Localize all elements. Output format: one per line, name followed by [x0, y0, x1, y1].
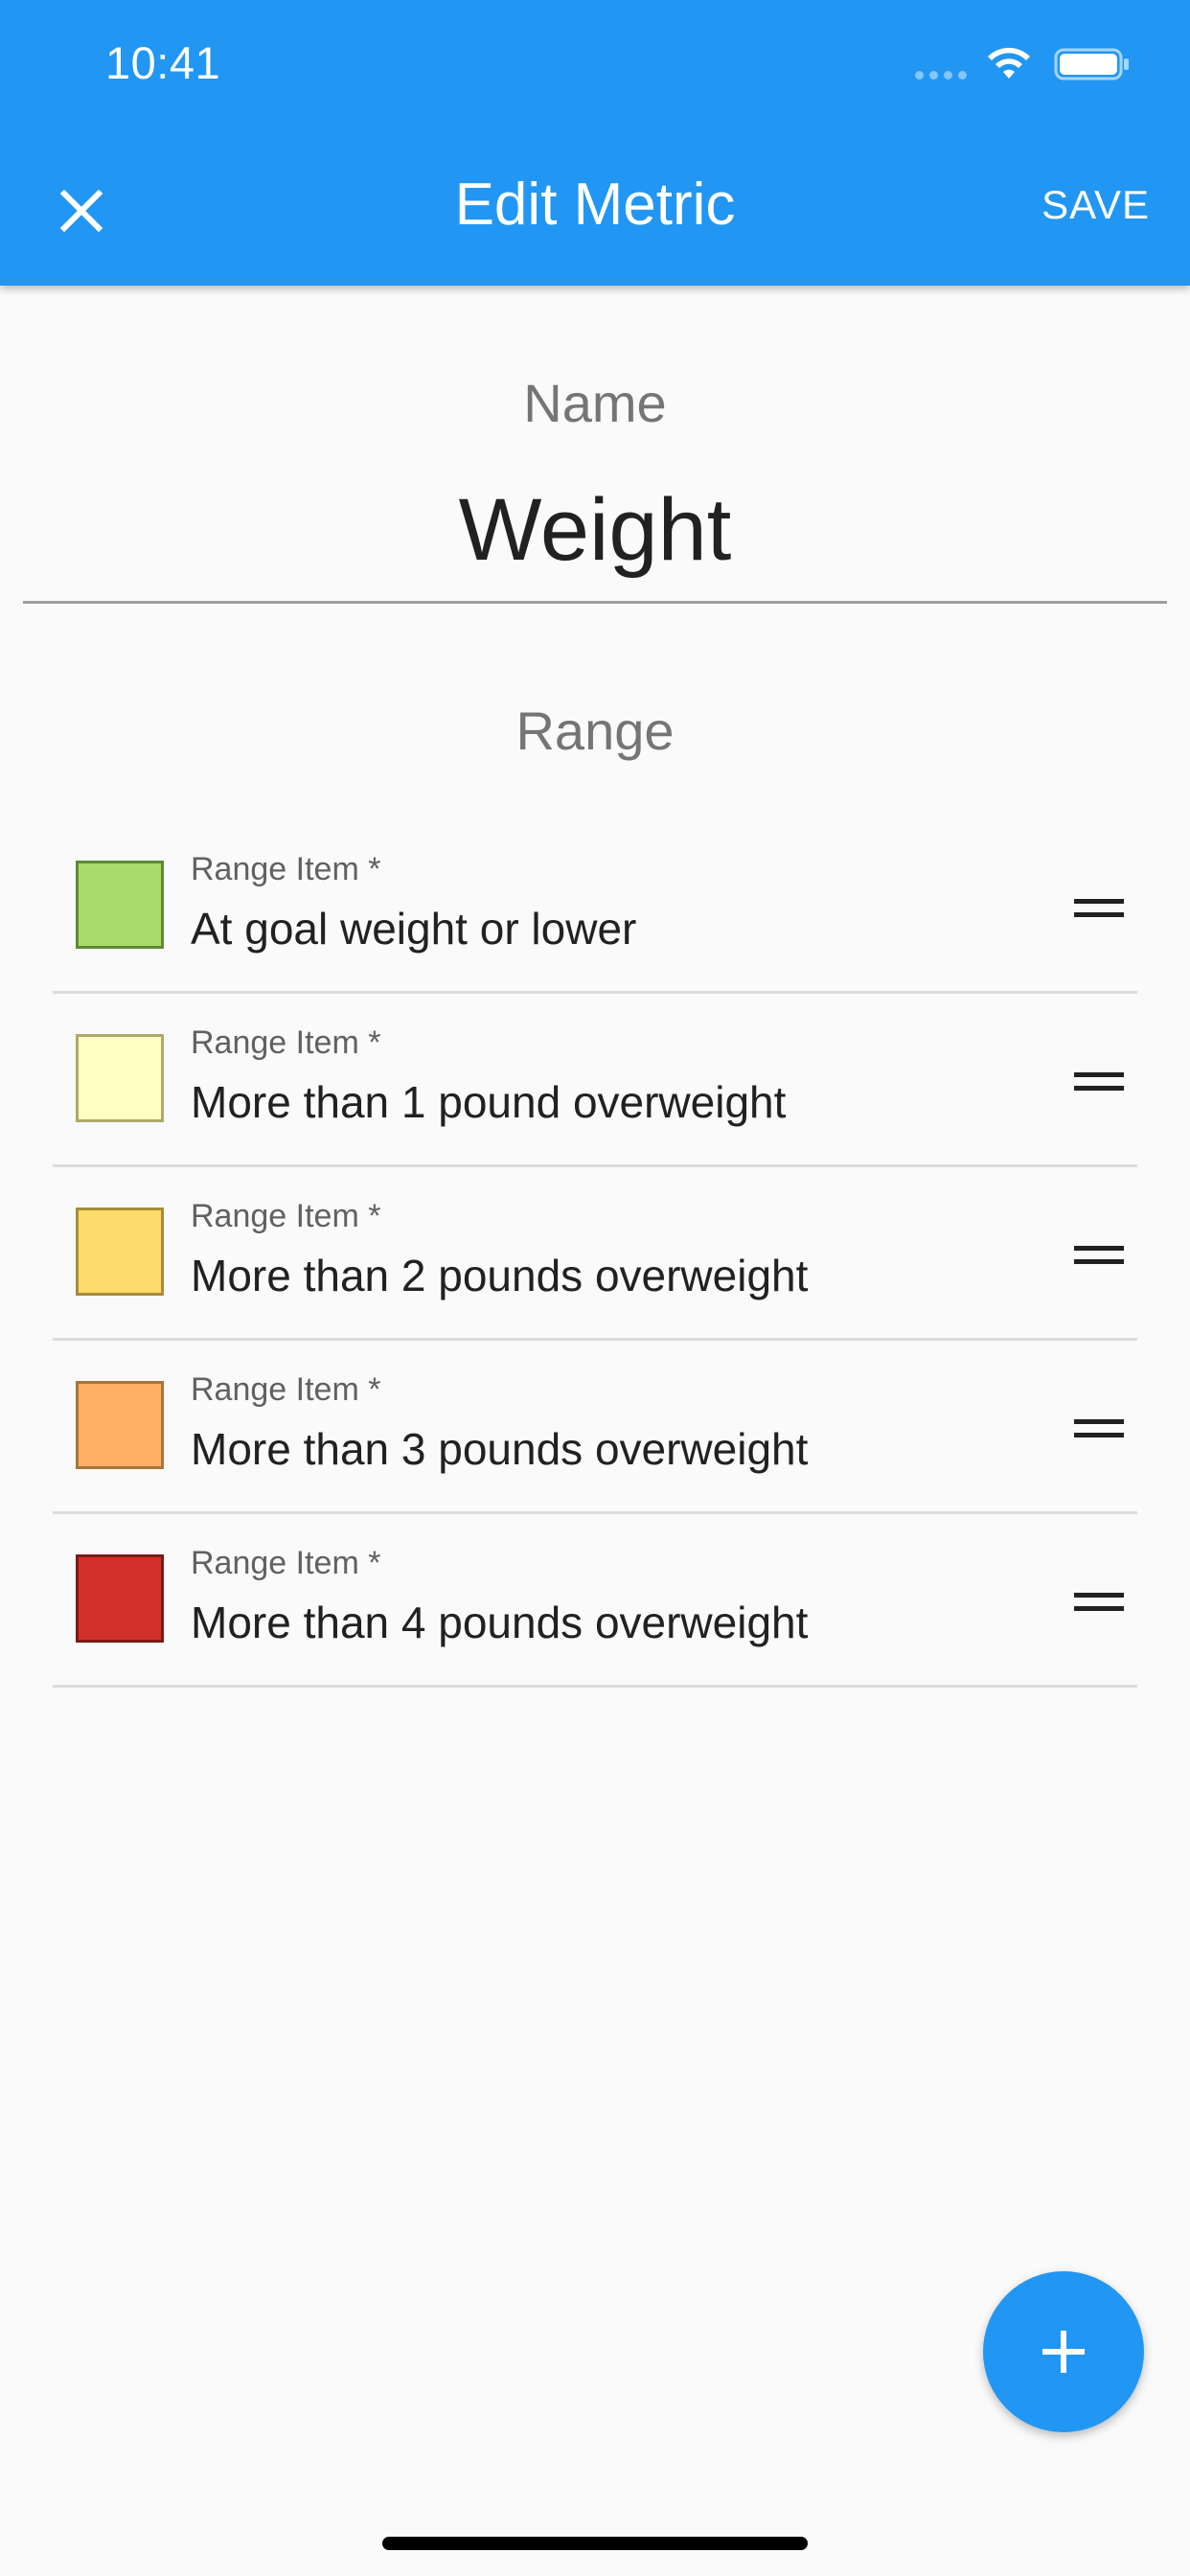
- add-range-item-button[interactable]: [983, 2271, 1144, 2432]
- battery-icon: [1054, 48, 1129, 80]
- range-item-row: Range Item * More than 2 pounds overweig…: [53, 1167, 1137, 1341]
- range-item-label: Range Item *: [191, 1545, 381, 1581]
- range-item-row: Range Item * More than 1 pound overweigh…: [53, 994, 1137, 1167]
- drag-handle-icon[interactable]: [1061, 1044, 1137, 1120]
- range-color-swatch[interactable]: [76, 1554, 164, 1643]
- wifi-icon: [988, 47, 1030, 79]
- close-icon: [59, 189, 103, 233]
- range-color-swatch[interactable]: [76, 1381, 164, 1469]
- range-item-label: Range Item *: [191, 1198, 381, 1234]
- home-indicator: [382, 2537, 808, 2550]
- cellular-signal-icon: [915, 71, 967, 80]
- range-color-swatch[interactable]: [76, 1034, 164, 1122]
- status-time: 10:41: [105, 37, 221, 88]
- range-item-input[interactable]: More than 4 pounds overweight: [191, 1597, 808, 1648]
- range-item-input[interactable]: More than 1 pound overweight: [191, 1076, 786, 1128]
- range-item-input[interactable]: More than 3 pounds overweight: [191, 1423, 808, 1475]
- plus-icon: [1042, 2331, 1085, 2373]
- name-input[interactable]: [23, 460, 1167, 604]
- name-field-label: Name: [523, 373, 667, 433]
- drag-handle-icon[interactable]: [1061, 1391, 1137, 1467]
- page-title: Edit Metric: [454, 172, 736, 238]
- range-item-label: Range Item *: [191, 851, 381, 887]
- range-list: Range Item * At goal weight or lower Ran…: [53, 820, 1137, 1688]
- drag-handle-icon[interactable]: [1061, 1217, 1137, 1294]
- range-item-input[interactable]: More than 2 pounds overweight: [191, 1250, 808, 1301]
- range-color-swatch[interactable]: [76, 861, 164, 949]
- range-item-row: Range Item * More than 3 pounds overweig…: [53, 1341, 1137, 1514]
- range-item-label: Range Item *: [191, 1024, 381, 1061]
- range-item-row: Range Item * At goal weight or lower: [53, 820, 1137, 994]
- range-color-swatch[interactable]: [76, 1208, 164, 1296]
- range-item-input[interactable]: At goal weight or lower: [191, 903, 636, 954]
- range-section-label: Range: [515, 701, 675, 761]
- range-item-label: Range Item *: [191, 1371, 381, 1408]
- app-bar: 10:41 Edit Metric SAVE: [0, 0, 1190, 286]
- save-button[interactable]: SAVE: [1041, 182, 1150, 228]
- drag-handle-icon[interactable]: [1061, 1564, 1137, 1641]
- drag-handle-icon[interactable]: [1061, 870, 1137, 947]
- close-button[interactable]: [38, 168, 125, 254]
- range-item-row: Range Item * More than 4 pounds overweig…: [53, 1514, 1137, 1688]
